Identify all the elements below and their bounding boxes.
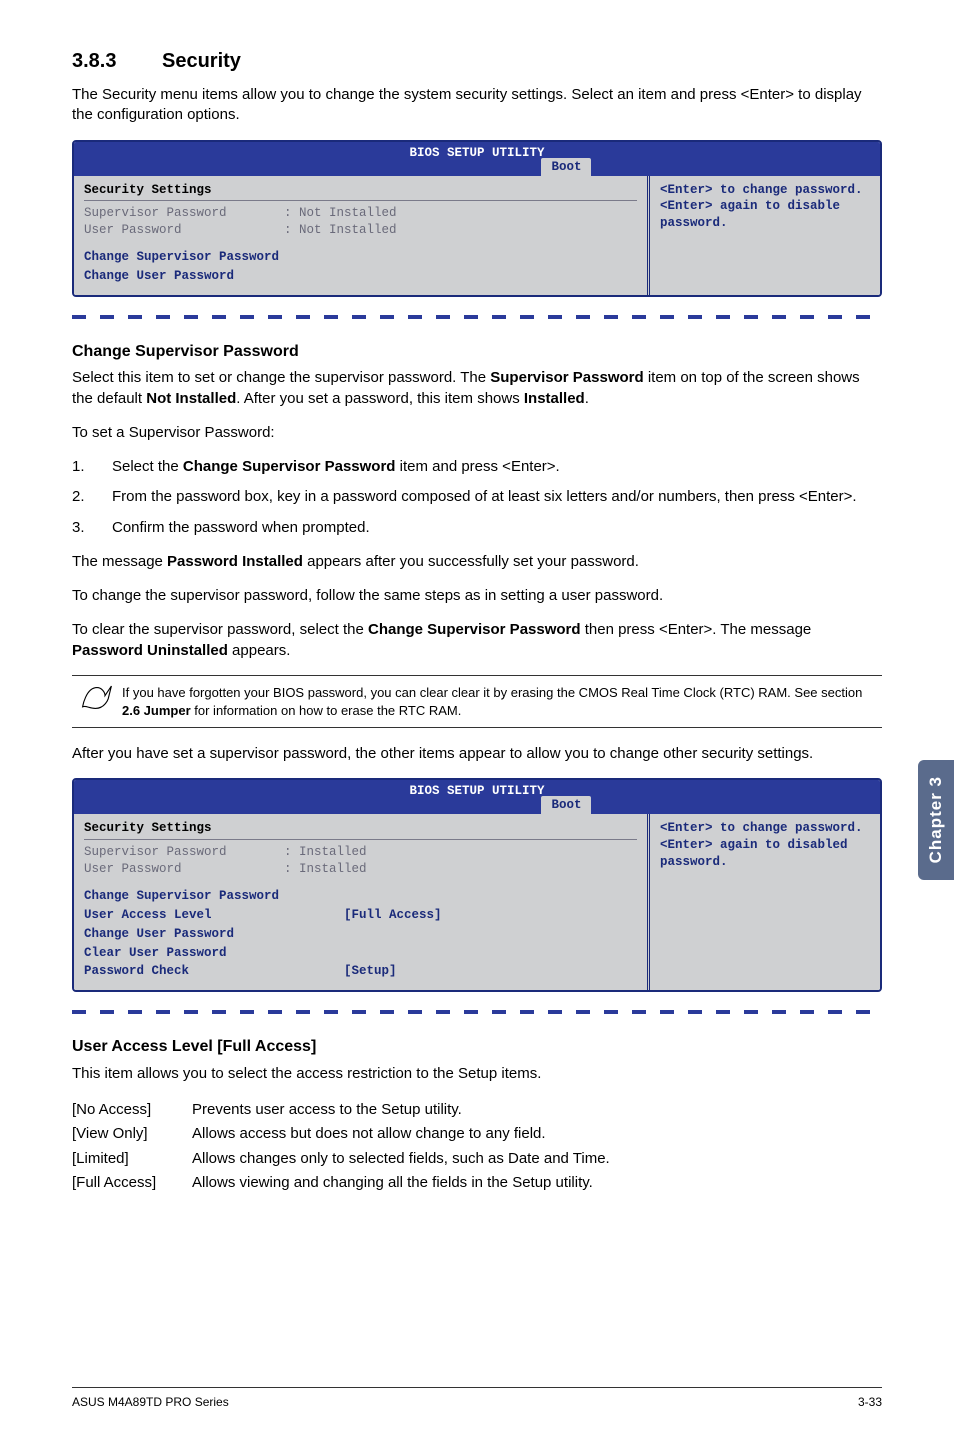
bios-menu-item: Password Check[Setup] [84, 963, 637, 980]
chapter-side-label: Chapter 3 [925, 776, 948, 863]
bios-body: Security Settings Supervisor Password : … [74, 176, 880, 295]
step-text: From the password box, key in a password… [112, 487, 857, 507]
steps-list: 1.Select the Change Supervisor Password … [72, 457, 882, 538]
csp-paragraph-1: Select this item to set or change the su… [72, 368, 882, 409]
user-access-level-heading: User Access Level [Full Access] [72, 1036, 882, 1058]
bios-left-pane: Security Settings Supervisor Password : … [74, 814, 650, 990]
bold-not-installed: Not Installed [146, 390, 236, 407]
bios-row-label: Supervisor Password [84, 844, 284, 861]
bios-row: User Password : Not Installed [84, 222, 637, 239]
option-value: Allows viewing and changing all the fiel… [192, 1171, 882, 1195]
option-key: [No Access] [72, 1098, 192, 1122]
option-key: [View Only] [72, 1122, 192, 1146]
bold-supervisor-password: Supervisor Password [490, 369, 643, 386]
bios-section-heading: Security Settings [84, 820, 637, 837]
footer-product: ASUS M4A89TD PRO Series [72, 1394, 229, 1410]
option-key: [Full Access] [72, 1171, 192, 1195]
bios-row-value: : Not Installed [284, 222, 397, 239]
bios-header: BIOS SETUP UTILITY Boot [74, 142, 880, 176]
bios-title: BIOS SETUP UTILITY [74, 782, 880, 800]
option-value: Allows changes only to selected fields, … [192, 1147, 882, 1171]
section-title: Security [162, 50, 241, 72]
ual-intro: This item allows you to select the acces… [72, 1064, 882, 1084]
bios-body: Security Settings Supervisor Password : … [74, 814, 880, 990]
bios-row-value: : Not Installed [284, 205, 397, 222]
bios-menu-item: Clear User Password [84, 945, 637, 962]
msg-clear-password: To clear the supervisor password, select… [72, 620, 882, 661]
bios-menu-item: Change Supervisor Password [84, 249, 637, 266]
bios-row-label: Supervisor Password [84, 205, 284, 222]
page-footer: ASUS M4A89TD PRO Series 3-33 [72, 1387, 882, 1410]
table-row: [View Only]Allows access but does not al… [72, 1122, 882, 1146]
msg-change-password: To change the supervisor password, follo… [72, 586, 882, 606]
step-text: Select the Change Supervisor Password it… [112, 457, 560, 477]
step-item: 2.From the password box, key in a passwo… [72, 487, 882, 507]
option-key: [Limited] [72, 1147, 192, 1171]
option-value: Prevents user access to the Setup utilit… [192, 1098, 882, 1122]
step-number: 2. [72, 487, 112, 507]
bios-help-pane: <Enter> to change password.<Enter> again… [650, 814, 880, 990]
bios-separator [84, 839, 637, 840]
bios-dashed-border [72, 315, 882, 319]
note-bold: 2.6 Jumper [122, 703, 191, 718]
bios-title: BIOS SETUP UTILITY [74, 144, 880, 162]
option-value: Allows access but does not allow change … [192, 1122, 882, 1146]
note-callout: If you have forgotten your BIOS password… [72, 675, 882, 728]
intro-paragraph: The Security menu items allow you to cha… [72, 85, 882, 126]
section-heading: 3.8.3Security [72, 48, 882, 75]
bios-tab-boot: Boot [541, 796, 591, 815]
bios-left-pane: Security Settings Supervisor Password : … [74, 176, 650, 295]
bold-installed: Installed [524, 390, 585, 407]
note-icon [72, 684, 122, 719]
bios-dashed-border [72, 1010, 882, 1014]
bios-menu-item: Change User Password [84, 926, 637, 943]
bios-screenshot-1: BIOS SETUP UTILITY Boot Security Setting… [72, 140, 882, 297]
bios-section-heading: Security Settings [84, 182, 637, 199]
section-number: 3.8.3 [72, 48, 162, 75]
bios-row-value: : Installed [284, 844, 367, 861]
bios-menu-item: User Access Level[Full Access] [84, 907, 637, 924]
step-item: 3.Confirm the password when prompted. [72, 518, 882, 538]
bios-tab-boot: Boot [541, 158, 591, 177]
bios-menu-item: Change User Password [84, 268, 637, 285]
bios-help-pane: <Enter> to change password.<Enter> again… [650, 176, 880, 295]
bios-row-label: User Password [84, 861, 284, 878]
chapter-side-tab: Chapter 3 [918, 760, 954, 880]
note-text: If you have forgotten your BIOS password… [122, 684, 882, 719]
step-number: 1. [72, 457, 112, 477]
bios-separator [84, 200, 637, 201]
table-row: [Full Access]Allows viewing and changing… [72, 1171, 882, 1195]
change-supervisor-heading: Change Supervisor Password [72, 341, 882, 363]
step-text: Confirm the password when prompted. [112, 518, 370, 538]
msg-password-installed: The message Password Installed appears a… [72, 552, 882, 572]
bios-header: BIOS SETUP UTILITY Boot [74, 780, 880, 814]
bios-option-value: [Full Access] [344, 908, 442, 922]
bios-help-text: <Enter> to change password.<Enter> again… [660, 183, 863, 231]
bios-row-label: User Password [84, 222, 284, 239]
bios-row: User Password : Installed [84, 861, 637, 878]
access-options-table: [No Access]Prevents user access to the S… [72, 1098, 882, 1195]
bios-screenshot-2: BIOS SETUP UTILITY Boot Security Setting… [72, 778, 882, 992]
footer-page-number: 3-33 [858, 1394, 882, 1410]
bios-row: Supervisor Password : Not Installed [84, 205, 637, 222]
bios-option-value: [Setup] [344, 964, 397, 978]
bios-row-value: : Installed [284, 861, 367, 878]
bios-row: Supervisor Password : Installed [84, 844, 637, 861]
after-note-paragraph: After you have set a supervisor password… [72, 744, 882, 764]
bios-menu-item: Change Supervisor Password [84, 888, 637, 905]
step-item: 1.Select the Change Supervisor Password … [72, 457, 882, 477]
bios-help-text: <Enter> to change password.<Enter> again… [660, 821, 863, 869]
csp-paragraph-2: To set a Supervisor Password: [72, 423, 882, 443]
table-row: [Limited]Allows changes only to selected… [72, 1147, 882, 1171]
step-number: 3. [72, 518, 112, 538]
table-row: [No Access]Prevents user access to the S… [72, 1098, 882, 1122]
